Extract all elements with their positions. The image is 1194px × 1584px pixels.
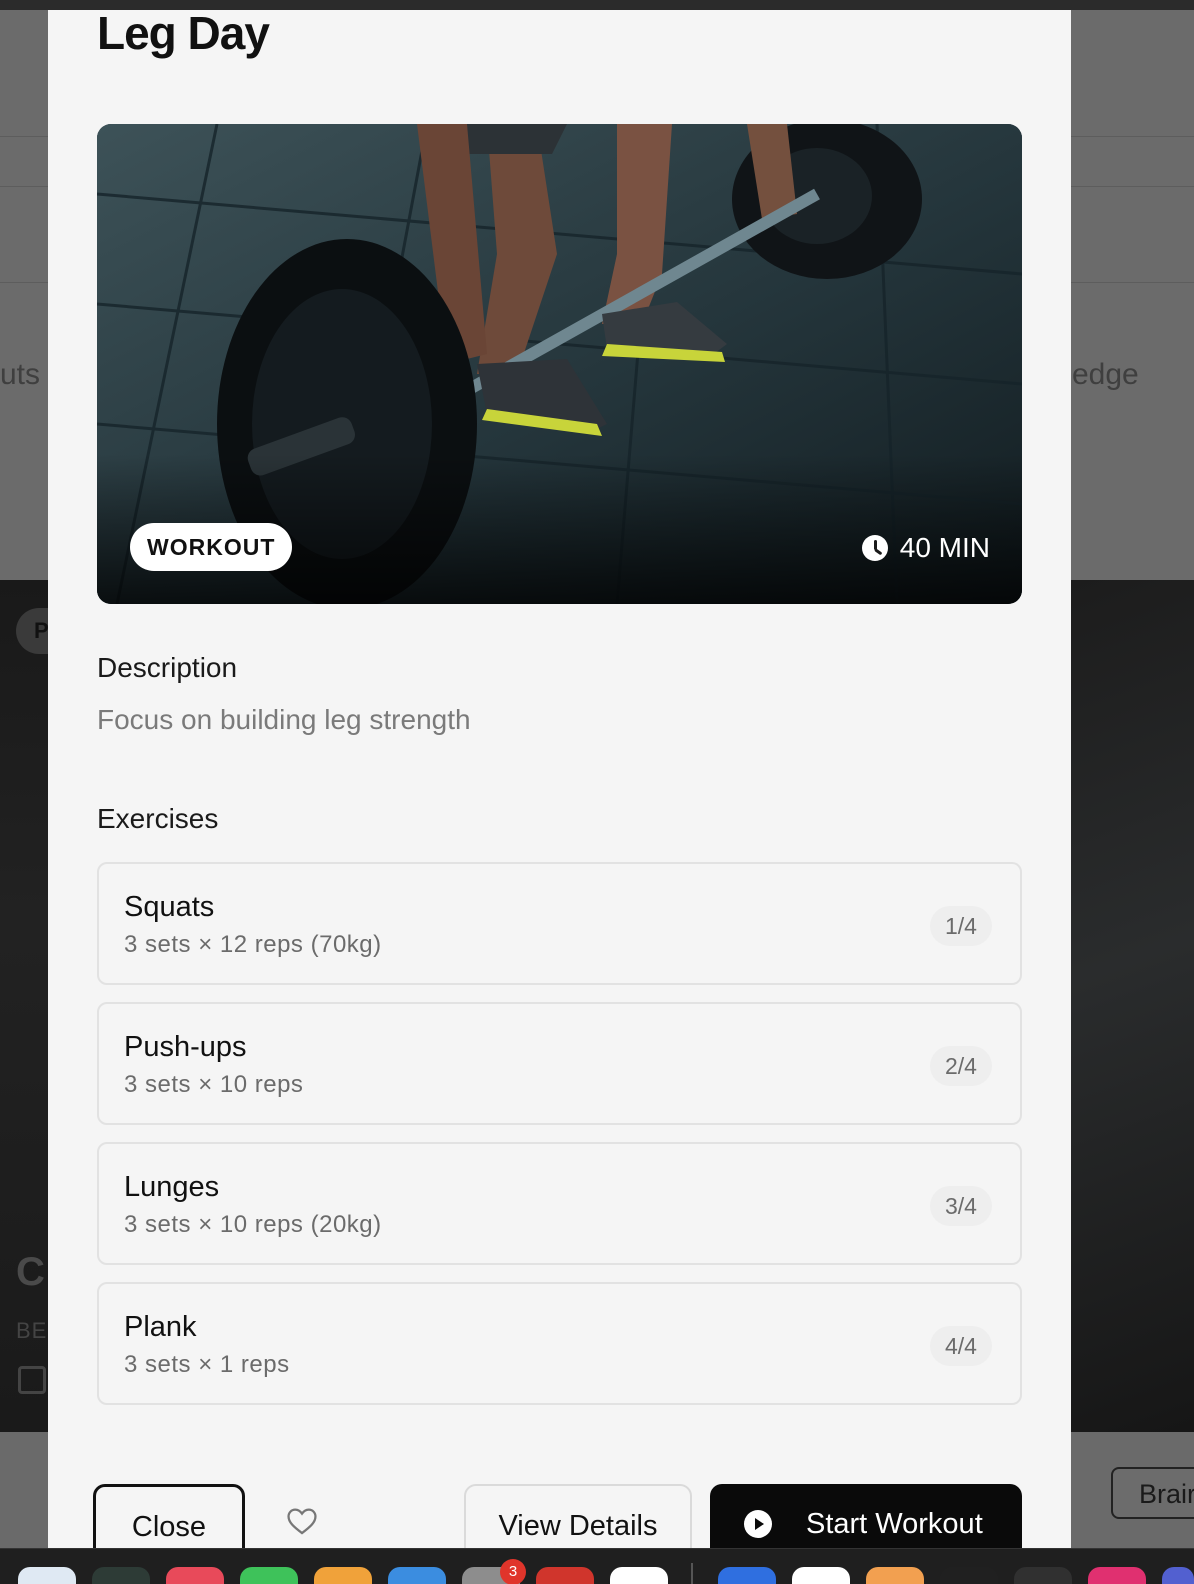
heart-icon[interactable]	[285, 1504, 319, 1538]
browser-icon[interactable]	[718, 1567, 776, 1584]
exercise-name: Squats	[124, 891, 215, 923]
exercise-card[interactable]: Push-ups 3 sets × 10 reps 2/4	[97, 1002, 1022, 1125]
dock-separator	[691, 1563, 693, 1584]
terminal-icon[interactable]	[940, 1567, 998, 1584]
view-details-button[interactable]: View Details	[464, 1484, 692, 1548]
exercise-position-badge: 2/4	[930, 1046, 992, 1086]
background-tab-text-right: edge	[1072, 358, 1139, 391]
exercise-position-badge: 1/4	[930, 906, 992, 946]
app-icon[interactable]	[536, 1567, 594, 1584]
exercise-card[interactable]: Lunges 3 sets × 10 reps (20kg) 3/4	[97, 1142, 1022, 1265]
exercise-position-badge: 3/4	[930, 1186, 992, 1226]
numbers-icon[interactable]	[240, 1567, 298, 1584]
dock: 3	[0, 1548, 1194, 1584]
terminal-icon[interactable]	[92, 1567, 150, 1584]
clock-icon	[861, 535, 888, 561]
description-text: Focus on building leg strength	[97, 704, 471, 735]
exercise-name: Push-ups	[124, 1031, 247, 1063]
jetbrains-icon[interactable]	[1088, 1567, 1146, 1584]
workout-modal: Leg Day WORKOUT 40 MIN Description Focus…	[48, 10, 1071, 1548]
shortcuts-icon[interactable]	[610, 1567, 668, 1584]
background-card-subtitle: BE	[16, 1318, 48, 1343]
app-icon[interactable]	[866, 1567, 924, 1584]
slack-icon[interactable]	[792, 1567, 850, 1584]
screen: uts edge P C BE Brair Leg Day WORKOUT 40…	[0, 0, 1194, 1584]
exercise-detail: 3 sets × 1 reps	[124, 1351, 290, 1378]
description-label: Description	[97, 652, 238, 683]
notification-badge: 3	[500, 1559, 526, 1584]
duration-text: 40 MIN	[899, 532, 990, 563]
start-workout-label: Start Workout	[806, 1508, 983, 1540]
duration-indicator: 40 MIN	[861, 528, 990, 568]
exercise-card[interactable]: Squats 3 sets × 12 reps (70kg) 1/4	[97, 862, 1022, 985]
background-tab-text-left: uts	[0, 358, 41, 391]
exercise-name: Lunges	[124, 1171, 220, 1203]
music-icon[interactable]	[166, 1567, 224, 1584]
workout-type-tag: WORKOUT	[130, 523, 293, 571]
exercises-label: Exercises	[97, 803, 219, 834]
pages-icon[interactable]	[314, 1567, 372, 1584]
finder-icon[interactable]	[18, 1567, 76, 1584]
exercise-detail: 3 sets × 10 reps	[124, 1071, 304, 1098]
exercise-name: Plank	[124, 1311, 197, 1343]
exercise-detail: 3 sets × 10 reps (20kg)	[124, 1211, 382, 1238]
monitor-icon[interactable]	[1014, 1567, 1072, 1584]
close-button[interactable]: Close	[93, 1484, 245, 1548]
background-tooltip: Brair	[1111, 1467, 1194, 1519]
window-top-bar	[0, 0, 1194, 10]
background-card-image	[1060, 580, 1194, 1432]
calendar-icon	[18, 1366, 46, 1394]
start-workout-button[interactable]: Start Workout	[710, 1484, 1022, 1548]
play-icon	[744, 1510, 772, 1538]
exercise-detail: 3 sets × 12 reps (70kg)	[124, 931, 382, 958]
modal-title: Leg Day	[97, 10, 270, 59]
exercise-position-badge: 4/4	[930, 1326, 992, 1366]
background-card-title: C	[16, 1250, 45, 1294]
xcode-icon[interactable]	[388, 1567, 446, 1584]
workout-hero-image: WORKOUT 40 MIN	[97, 124, 1022, 604]
app-icon[interactable]	[1162, 1567, 1194, 1584]
exercise-card[interactable]: Plank 3 sets × 1 reps 4/4	[97, 1282, 1022, 1405]
